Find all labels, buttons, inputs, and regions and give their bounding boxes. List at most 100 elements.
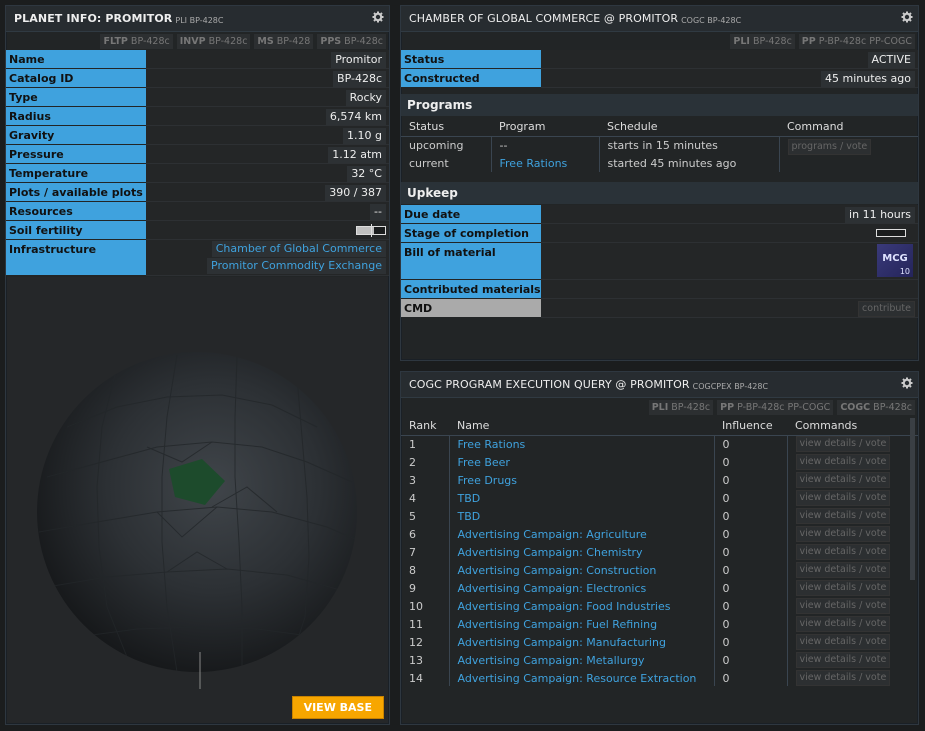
view-details-vote-button[interactable]: view details / vote [795, 580, 891, 596]
view-details-vote-button[interactable]: view details / vote [795, 472, 891, 488]
infrastructure-link-cogc[interactable]: Chamber of Global Commerce [211, 241, 386, 257]
view-base-button[interactable]: VIEW BASE [291, 696, 384, 719]
view-details-vote-button[interactable]: view details / vote [795, 616, 891, 632]
tag-cogc[interactable]: COGC BP-428c [837, 399, 915, 415]
label: Stage of completion [401, 224, 541, 243]
program-name-link[interactable]: TBD [449, 489, 715, 507]
program-name-link[interactable]: Advertising Campaign: Construction [449, 561, 715, 579]
value: 390 / 387 [325, 185, 386, 201]
influence: 0 [714, 597, 788, 615]
view-details-vote-button[interactable]: view details / vote [795, 508, 891, 524]
table-row: 12 Advertising Campaign: Manufacturing 0 vi… [401, 633, 918, 651]
gear-icon[interactable] [901, 377, 913, 389]
table-row: 1 Free Rations 0 view details / vote [401, 435, 918, 453]
tag-code: FLTP [103, 35, 128, 47]
view-details-vote-button[interactable]: view details / vote [795, 436, 891, 453]
program-name-link[interactable]: Advertising Campaign: Electronics [449, 579, 715, 597]
gear-icon[interactable] [901, 11, 913, 23]
label: Catalog ID [6, 69, 146, 88]
gear-icon[interactable] [372, 11, 384, 23]
program-name-link[interactable]: Free Rations [491, 154, 600, 172]
program-name-link[interactable]: Free Drugs [449, 471, 715, 489]
scrollbar[interactable] [910, 418, 915, 580]
program-name-link[interactable]: Advertising Campaign: Agriculture [449, 525, 715, 543]
tag-pp[interactable]: PP P-BP-428c PP-COGC [717, 399, 834, 415]
label: Type [6, 88, 146, 107]
influence: 0 [714, 471, 788, 489]
value: -- [370, 204, 386, 220]
view-details-vote-button[interactable]: view details / vote [795, 634, 891, 650]
view-details-vote-button[interactable]: view details / vote [795, 652, 891, 668]
tag-pli[interactable]: PLI BP-428c [648, 399, 714, 415]
col-influence: Influence [714, 417, 787, 436]
query-table: Rank Name Influence Commands 1 Free Ratio… [401, 417, 918, 686]
tag-pli[interactable]: PLI BP-428c [730, 33, 795, 49]
rank: 1 [401, 435, 450, 453]
planet-globe [37, 352, 357, 689]
row-contributed: Contributed materials [401, 280, 918, 299]
rank: 12 [401, 633, 450, 651]
material-tile-mcg[interactable]: MCG 10 [877, 244, 913, 277]
program-name-link[interactable]: Advertising Campaign: Chemistry [449, 543, 715, 561]
rank: 3 [401, 471, 450, 489]
buffer-tag-bar: FLTP BP-428c INVP BP-428c MS BP-428 PPS … [6, 32, 389, 50]
program-name-link[interactable]: Free Beer [449, 453, 715, 471]
program-name-link[interactable]: Advertising Campaign: Metallurgy [449, 651, 715, 669]
table-row: 8 Advertising Campaign: Construction 0 view… [401, 561, 918, 579]
value: Promitor [331, 52, 386, 68]
program-status: upcoming [401, 136, 492, 154]
tag-fltp[interactable]: FLTP BP-428c [100, 33, 173, 49]
row-bill-of-material: Bill of material MCG 10 [401, 243, 918, 280]
col-rank: Rank [401, 417, 449, 436]
influence: 0 [714, 453, 788, 471]
influence: 0 [714, 543, 788, 561]
table-row: 6 Advertising Campaign: Agriculture 0 view … [401, 525, 918, 543]
view-details-vote-button[interactable]: view details / vote [795, 598, 891, 614]
label: Radius [6, 107, 146, 126]
tag-pp[interactable]: PP P-BP-428c PP-COGC [798, 33, 915, 49]
rank: 13 [401, 651, 450, 669]
query-table-scroll[interactable]: Rank Name Influence Commands 1 Free Ratio… [401, 417, 918, 686]
view-details-vote-button[interactable]: view details / vote [795, 454, 891, 470]
program-name-link[interactable]: Advertising Campaign: Resource Extractio… [449, 669, 715, 686]
influence: 0 [714, 561, 788, 579]
rank: 10 [401, 597, 450, 615]
view-details-vote-button[interactable]: view details / vote [795, 490, 891, 506]
table-row: 9 Advertising Campaign: Electronics 0 view … [401, 579, 918, 597]
view-details-vote-button[interactable]: view details / vote [795, 562, 891, 578]
row-infrastructure: Infrastructure Chamber of Global Commerc… [6, 240, 389, 276]
material-ticker: MCG [882, 253, 908, 264]
label: Soil fertility [6, 221, 146, 240]
program-name-link[interactable]: Advertising Campaign: Food Industries [449, 597, 715, 615]
planet-3d-view[interactable]: VIEW BASE [7, 277, 388, 723]
program-name-link[interactable]: Advertising Campaign: Manufacturing [449, 633, 715, 651]
program-status: current [401, 154, 492, 172]
program-name-link[interactable]: Free Rations [449, 435, 715, 453]
tag-ms[interactable]: MS BP-428 [254, 33, 314, 49]
row-radius: Radius 6,574 km [6, 107, 389, 126]
tag-invp[interactable]: INVP BP-428c [176, 33, 251, 49]
window-subtitle: PLI BP-428C [175, 15, 224, 25]
infrastructure-link-exchange[interactable]: Promitor Commodity Exchange [207, 258, 386, 274]
view-details-vote-button[interactable]: view details / vote [795, 670, 891, 686]
contribute-button[interactable]: contribute [858, 301, 915, 317]
rank: 7 [401, 543, 450, 561]
view-details-vote-button[interactable]: view details / vote [795, 544, 891, 560]
rank: 9 [401, 579, 450, 597]
value: 1.10 g [343, 128, 386, 144]
row-catalog-id: Catalog ID BP-428c [6, 69, 389, 88]
planet-properties: Name Promitor Catalog ID BP-428c Type Rocky… [6, 50, 389, 276]
program-name-link[interactable]: TBD [449, 507, 715, 525]
cogc-title-bar[interactable]: CHAMBER OF GLOBAL COMMERCE @ PROMITOR CO… [401, 6, 918, 32]
program-name-link[interactable]: Advertising Campaign: Fuel Refining [449, 615, 715, 633]
planet-info-title-bar[interactable]: PLANET INFO: PROMITOR PLI BP-428C [6, 6, 389, 32]
programs-vote-button[interactable]: programs / vote [787, 138, 872, 155]
due-value: in 11 hours [845, 207, 915, 223]
label: Bill of material [401, 243, 541, 280]
label: Resources [6, 202, 146, 221]
query-title-bar[interactable]: COGC PROGRAM EXECUTION QUERY @ PROMITOR … [401, 372, 918, 398]
tag-arg: BP-428c [344, 35, 383, 47]
row-stage: Stage of completion [401, 224, 918, 243]
view-details-vote-button[interactable]: view details / vote [795, 526, 891, 542]
tag-pps[interactable]: PPS BP-428c [317, 33, 386, 49]
